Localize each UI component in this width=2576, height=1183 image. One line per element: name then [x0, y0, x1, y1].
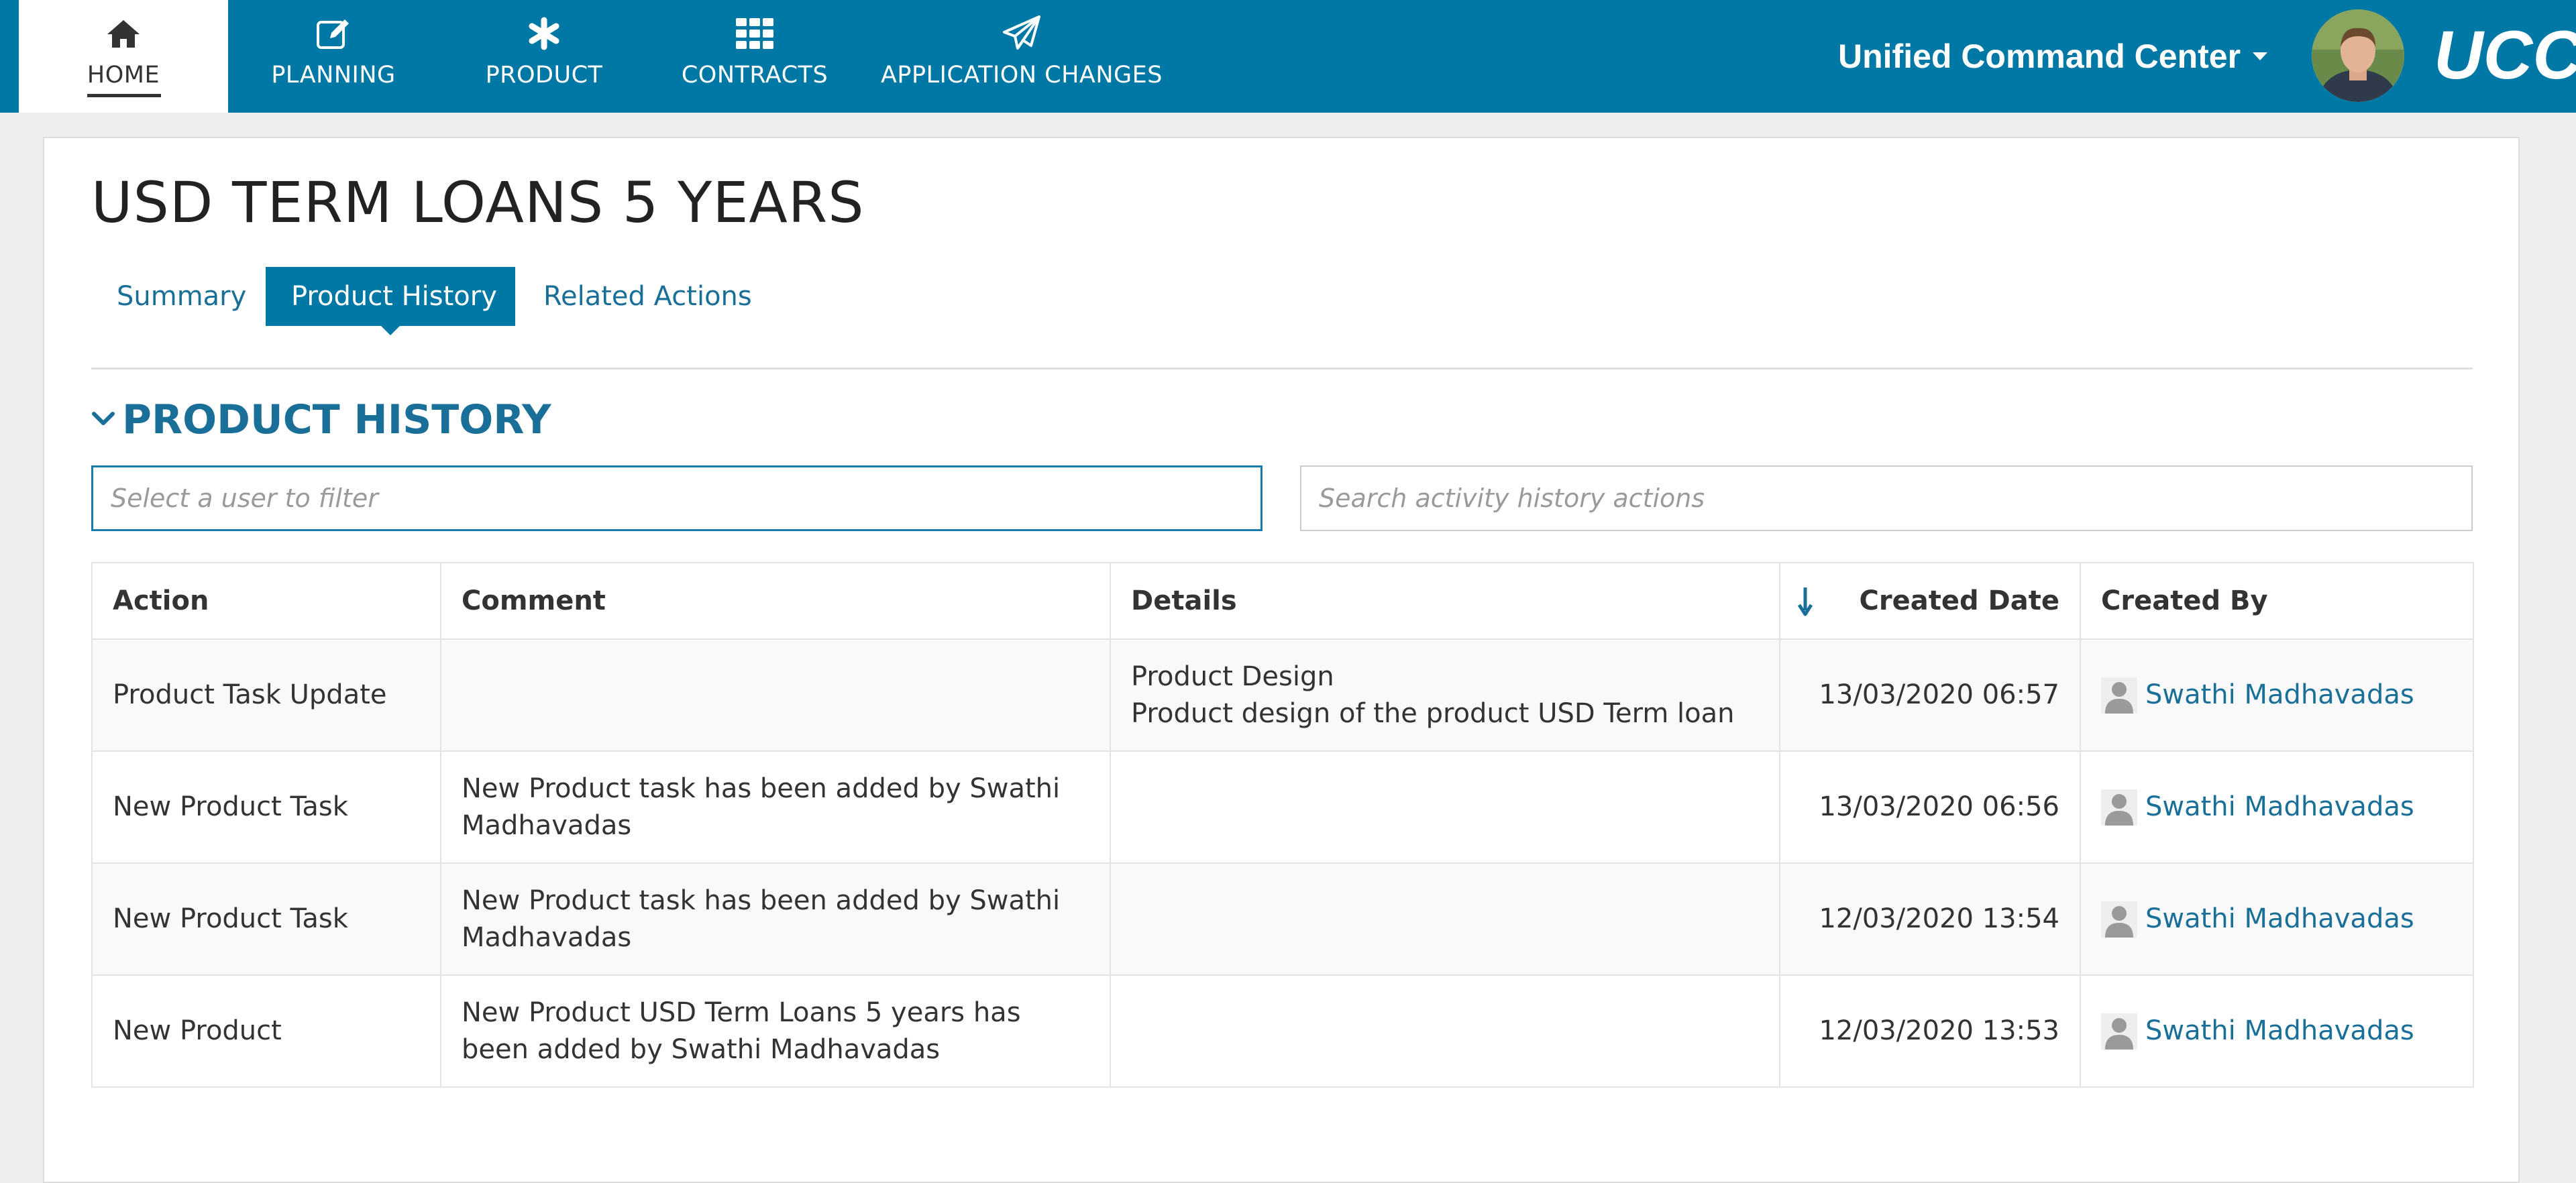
cell-action: New Product Task — [91, 862, 441, 976]
cell-created-by: Swathi Madhavadas — [2080, 862, 2474, 976]
tab-summary-label: Summary — [117, 281, 247, 312]
table-row: New Product New Product USD Term Loans 5… — [91, 974, 2474, 1088]
user-link[interactable]: Swathi Madhavadas — [2145, 1013, 2414, 1050]
chevron-down-icon — [2253, 52, 2268, 60]
nav-item-product[interactable]: PRODUCT — [439, 0, 649, 113]
cell-comment: New Product USD Term Loans 5 years has b… — [440, 974, 1111, 1088]
person-icon — [2101, 1013, 2137, 1050]
cell-created-by: Swathi Madhavadas — [2080, 638, 2474, 752]
page-title: USD TERM LOANS 5 YEARS — [91, 170, 865, 235]
column-header-action[interactable]: Action — [91, 562, 441, 640]
nav-edge — [0, 0, 19, 113]
cell-details — [1110, 750, 1780, 864]
cell-created-date: 13/03/2020 06:56 — [1779, 750, 2081, 864]
user-cell: Swathi Madhavadas — [2101, 677, 2453, 714]
divider — [91, 368, 2473, 370]
active-underline — [87, 94, 161, 97]
grid-icon — [649, 13, 860, 54]
tab-summary[interactable]: Summary — [91, 267, 263, 326]
top-navigation-bar: HOME PLANNING PRODUCT CONTRACTS APPLICAT… — [0, 0, 2576, 113]
sort-descending-icon[interactable] — [1797, 583, 1813, 625]
details-description: Product design of the product USD Term l… — [1131, 697, 1735, 729]
nav-label-application-changes: APPLICATION CHANGES — [880, 62, 1163, 89]
chevron-down-icon — [91, 411, 115, 429]
nav-item-contracts[interactable]: CONTRACTS — [649, 0, 860, 113]
cell-created-date: 13/03/2020 06:57 — [1779, 638, 2081, 752]
tab-product-history[interactable]: Product History — [266, 267, 515, 335]
asterisk-icon — [439, 13, 649, 54]
cell-comment: New Product task has been added by Swath… — [440, 862, 1111, 976]
table-row: Product Task Update Product Design Produ… — [91, 638, 2474, 752]
user-cell: Swathi Madhavadas — [2101, 1013, 2453, 1050]
person-icon — [2101, 901, 2137, 938]
column-header-created-by[interactable]: Created By — [2080, 562, 2474, 640]
user-link[interactable]: Swathi Madhavadas — [2145, 677, 2414, 714]
edit-icon — [228, 13, 439, 54]
details-title: Product Design — [1131, 661, 1334, 692]
column-header-comment[interactable]: Comment — [440, 562, 1111, 640]
cell-comment: New Product task has been added by Swath… — [440, 750, 1111, 864]
user-link[interactable]: Swathi Madhavadas — [2145, 901, 2414, 938]
table-row: New Product Task New Product task has be… — [91, 862, 2474, 976]
history-table: Action Comment Details Created Date Crea… — [91, 562, 2474, 1088]
sort-header: Created Date — [1797, 585, 2059, 616]
nav-item-planning[interactable]: PLANNING — [228, 0, 439, 113]
avatar[interactable] — [2312, 9, 2404, 102]
user-cell: Swathi Madhavadas — [2101, 789, 2453, 826]
cell-action: Product Task Update — [91, 638, 441, 752]
column-header-details[interactable]: Details — [1110, 562, 1780, 640]
cell-details: Product Design Product design of the pro… — [1110, 638, 1780, 752]
table-row: New Product Task New Product task has be… — [91, 750, 2474, 864]
person-icon — [2101, 677, 2137, 714]
tab-related-actions[interactable]: Related Actions — [518, 267, 759, 326]
person-icon — [2101, 789, 2137, 826]
home-icon — [19, 13, 228, 54]
search-history-input[interactable] — [1300, 465, 2473, 531]
user-filter-input[interactable] — [91, 465, 1263, 531]
active-tab-pointer — [381, 326, 400, 335]
cell-details — [1110, 862, 1780, 976]
column-header-created-date-label: Created Date — [1859, 585, 2059, 616]
section-heading: PRODUCT HISTORY — [122, 396, 551, 443]
table-header-row: Action Comment Details Created Date Crea… — [91, 562, 2474, 640]
nav-item-application-changes[interactable]: APPLICATION CHANGES — [860, 0, 1183, 113]
column-header-created-date[interactable]: Created Date — [1779, 562, 2081, 640]
cell-created-by: Swathi Madhavadas — [2080, 974, 2474, 1088]
app-switcher[interactable]: Unified Command Center — [1838, 32, 2268, 80]
nav-label-planning: PLANNING — [271, 62, 396, 89]
cell-created-by: Swathi Madhavadas — [2080, 750, 2474, 864]
cell-details — [1110, 974, 1780, 1088]
app-name: Unified Command Center — [1838, 38, 2241, 75]
nav-label-product: PRODUCT — [485, 62, 603, 89]
nav-label-home: HOME — [87, 62, 160, 89]
section-toggle-product-history[interactable]: PRODUCT HISTORY — [91, 393, 551, 447]
paper-plane-icon — [860, 13, 1183, 54]
cell-action: New Product Task — [91, 750, 441, 864]
tab-product-history-label: Product History — [291, 281, 497, 312]
user-cell: Swathi Madhavadas — [2101, 901, 2453, 938]
brand-logo: UCC — [2434, 17, 2576, 93]
cell-action: New Product — [91, 974, 441, 1088]
nav-item-home[interactable]: HOME — [19, 0, 228, 113]
nav-label-contracts: CONTRACTS — [681, 62, 828, 89]
cell-created-date: 12/03/2020 13:53 — [1779, 974, 2081, 1088]
cell-created-date: 12/03/2020 13:54 — [1779, 862, 2081, 976]
user-link[interactable]: Swathi Madhavadas — [2145, 789, 2414, 826]
tab-related-actions-label: Related Actions — [543, 281, 752, 312]
cell-comment — [440, 638, 1111, 752]
